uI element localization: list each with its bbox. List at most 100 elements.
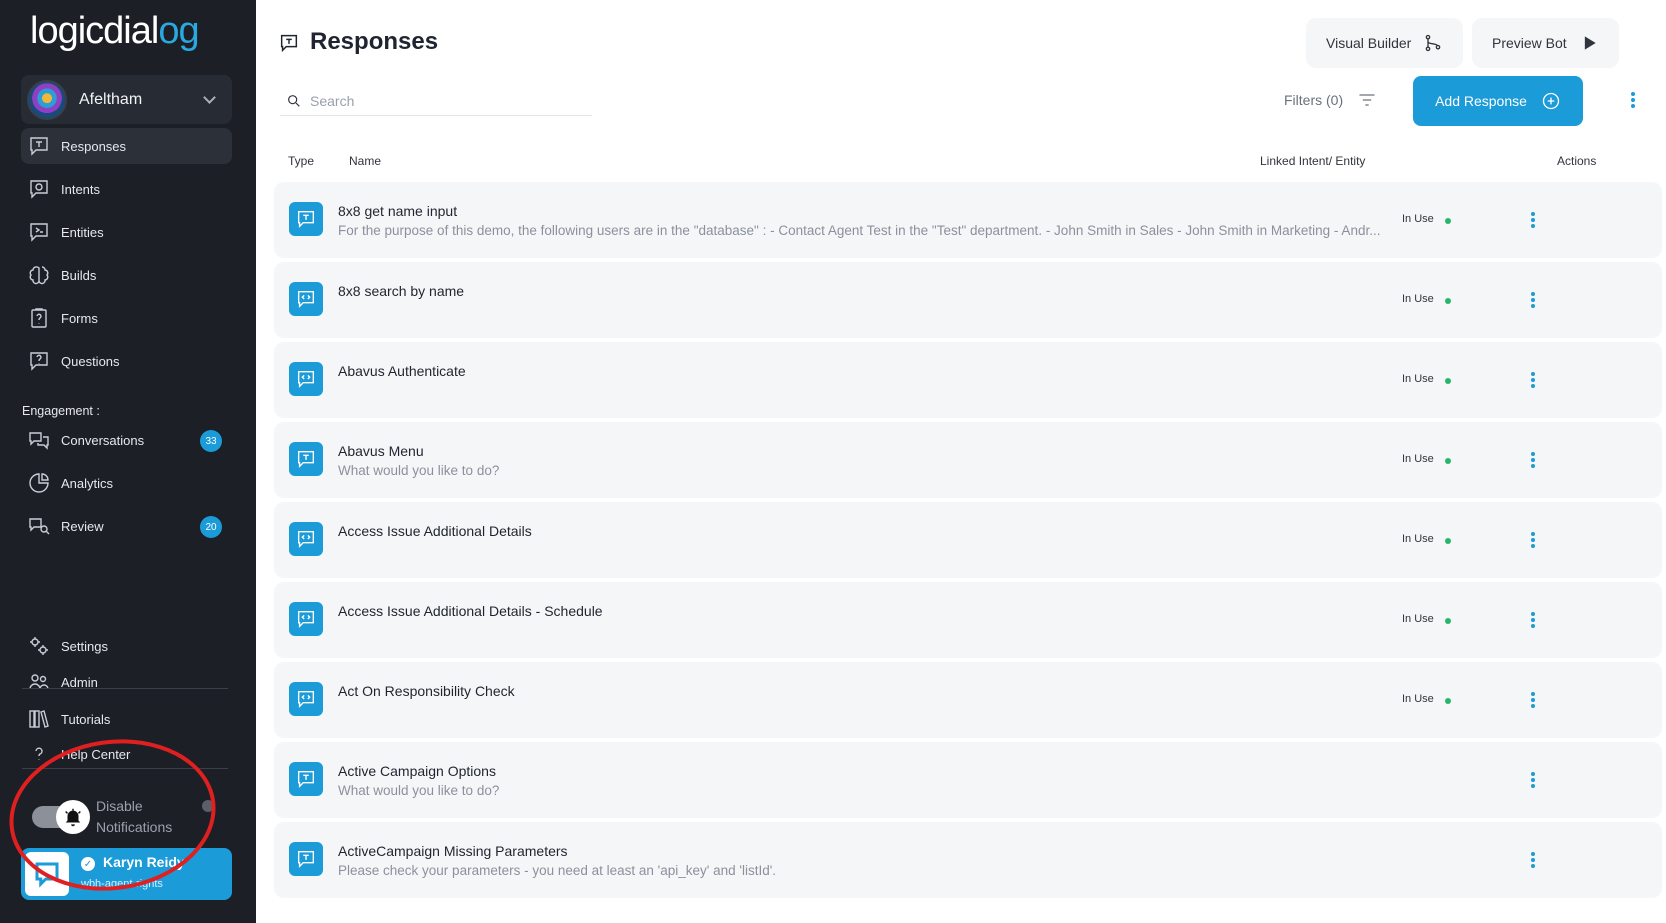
sidebar-divider-2	[22, 768, 228, 769]
sidebar-item-analytics[interactable]: Analytics	[21, 465, 232, 501]
row-actions-menu-icon[interactable]	[1528, 288, 1538, 312]
status-dot	[1445, 458, 1451, 464]
row-actions-menu-icon[interactable]	[1528, 448, 1538, 472]
row-actions-menu-icon[interactable]	[1528, 528, 1538, 552]
column-header-type: Type	[288, 154, 315, 168]
sidebar-item-responses[interactable]: Responses	[21, 128, 232, 164]
table-row[interactable]: Active Campaign Options What would you l…	[274, 742, 1662, 818]
code-response-icon	[289, 362, 323, 396]
play-icon	[1584, 36, 1596, 50]
sidebar-item-help-center[interactable]: Help Center	[21, 736, 232, 772]
sidebar-item-builds[interactable]: Builds	[21, 257, 232, 293]
response-name: ActiveCampaign Missing Parameters	[338, 843, 568, 859]
message-text-icon	[27, 134, 51, 158]
sidebar-item-forms[interactable]: Forms	[21, 300, 232, 336]
status-label: In Use	[1402, 533, 1434, 545]
column-header-actions: Actions	[1557, 154, 1597, 168]
more-options-icon[interactable]	[1628, 88, 1638, 112]
bell-icon	[56, 800, 90, 834]
text-response-icon	[289, 202, 323, 236]
status-label: In Use	[1402, 373, 1434, 385]
sidebar-divider	[22, 688, 228, 689]
app: logicdialog Afeltham Responses Intents E…	[0, 0, 1666, 923]
status-label: In Use	[1402, 613, 1434, 625]
row-actions-menu-icon[interactable]	[1528, 768, 1538, 792]
status-dot	[1445, 618, 1451, 624]
response-description: Please check your parameters - you need …	[338, 863, 777, 878]
row-actions-menu-icon[interactable]	[1528, 208, 1538, 232]
gears-icon	[27, 634, 51, 658]
status-label: In Use	[1402, 693, 1434, 705]
sidebar-item-settings[interactable]: Settings	[21, 628, 232, 664]
filters-button[interactable]: Filters (0)	[1284, 90, 1377, 110]
row-actions-menu-icon[interactable]	[1528, 688, 1538, 712]
sidebar: logicdialog Afeltham Responses Intents E…	[0, 0, 256, 923]
notifications-toggle-row: Disable Notifications	[32, 796, 222, 846]
code-response-icon	[289, 602, 323, 636]
conversations-count-badge: 33	[200, 430, 222, 452]
table-row[interactable]: 8x8 get name input For the purpose of th…	[274, 182, 1662, 258]
status-dot	[1445, 698, 1451, 704]
table-row[interactable]: 8x8 search by name In Use	[274, 262, 1662, 338]
response-name: Act On Responsibility Check	[338, 683, 515, 699]
table-row[interactable]: Access Issue Additional Details In Use	[274, 502, 1662, 578]
response-name: 8x8 get name input	[338, 203, 458, 219]
sidebar-item-review[interactable]: Review 20	[21, 508, 232, 544]
disable-notifications-label: Disable Notifications	[96, 798, 173, 835]
sidebar-item-questions[interactable]: Questions	[21, 343, 232, 379]
entity-icon	[27, 220, 51, 244]
user-name: Karyn Reidy	[103, 854, 185, 870]
add-response-button[interactable]: Add Response	[1413, 76, 1583, 126]
chat-bubbles-icon	[27, 428, 51, 452]
response-name: Abavus Authenticate	[338, 363, 466, 379]
question-bubble-icon	[27, 349, 51, 373]
status-dot	[1445, 218, 1451, 224]
intent-icon	[27, 177, 51, 201]
engagement-section-label: Engagement :	[22, 404, 100, 418]
books-icon	[27, 707, 51, 731]
disable-notifications-toggle[interactable]	[32, 800, 90, 834]
text-response-icon	[289, 442, 323, 476]
visual-builder-button[interactable]: Visual Builder	[1306, 18, 1464, 68]
sidebar-item-intents[interactable]: Intents	[21, 171, 232, 207]
help-icon	[27, 742, 51, 766]
notification-status-dot	[202, 800, 214, 812]
flow-branch-icon	[1426, 34, 1441, 52]
user-profile-card[interactable]: ✓ Karyn Reidy wbh-agent-rights	[21, 848, 232, 900]
sidebar-item-conversations[interactable]: Conversations 33	[21, 422, 232, 458]
row-actions-menu-icon[interactable]	[1528, 368, 1538, 392]
status-label: In Use	[1402, 213, 1434, 225]
workspace-selector[interactable]: Afeltham	[21, 75, 232, 124]
chevron-down-icon	[203, 91, 216, 104]
text-response-icon	[289, 842, 323, 876]
review-count-badge: 20	[200, 516, 222, 538]
users-group-icon	[27, 670, 51, 694]
chat-search-icon	[27, 514, 51, 538]
table-row[interactable]: Access Issue Additional Details - Schedu…	[274, 582, 1662, 658]
response-name: Access Issue Additional Details	[338, 523, 532, 539]
search-bar	[280, 86, 592, 116]
status-dot	[1445, 538, 1451, 544]
search-input[interactable]	[310, 92, 580, 109]
workspace-name: Afeltham	[79, 90, 143, 108]
clipboard-question-icon	[27, 306, 51, 330]
row-actions-menu-icon[interactable]	[1528, 848, 1538, 872]
message-text-icon	[278, 32, 300, 54]
response-description: What would you like to do?	[338, 463, 500, 478]
pie-chart-icon	[27, 471, 51, 495]
response-name: Abavus Menu	[338, 443, 424, 459]
code-response-icon	[289, 282, 323, 316]
table-row[interactable]: Abavus Authenticate In Use	[274, 342, 1662, 418]
sidebar-item-entities[interactable]: Entities	[21, 214, 232, 250]
table-row[interactable]: Abavus Menu What would you like to do? I…	[274, 422, 1662, 498]
preview-bot-button[interactable]: Preview Bot	[1472, 18, 1619, 68]
sidebar-item-admin[interactable]: Admin	[21, 664, 232, 700]
table-row[interactable]: Act On Responsibility Check In Use	[274, 662, 1662, 738]
sidebar-item-tutorials[interactable]: Tutorials	[21, 701, 232, 737]
workspace-avatar	[27, 79, 67, 120]
row-actions-menu-icon[interactable]	[1528, 608, 1538, 632]
column-header-name: Name	[349, 154, 382, 168]
search-icon	[288, 94, 300, 107]
table-row[interactable]: ActiveCampaign Missing Parameters Please…	[274, 822, 1662, 898]
logo[interactable]: logicdialog	[30, 10, 200, 53]
